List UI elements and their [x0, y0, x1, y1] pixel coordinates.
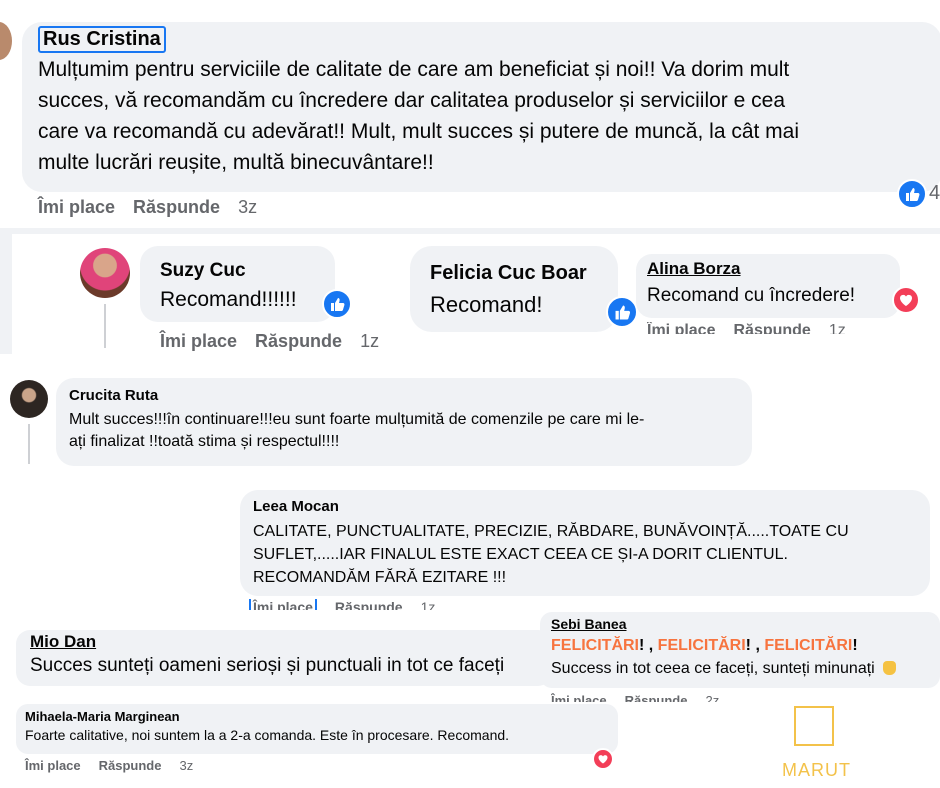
timestamp: 1z — [420, 599, 436, 610]
comment-bubble — [410, 246, 618, 332]
comment-author[interactable]: Mio Dan — [30, 632, 96, 652]
reply-link[interactable]: Răspunde — [99, 758, 162, 773]
like-link[interactable]: Îmi place — [249, 599, 317, 610]
comment-actions: Îmi place Răspunde 2z — [551, 693, 737, 702]
comment-actions: Îmi place Răspunde 3z — [25, 758, 211, 773]
comment-text: FELICITĂRI! , FELICITĂRI! , FELICITĂRI! — [551, 637, 858, 654]
comment-actions: Îmi place Răspunde 3z — [38, 197, 275, 218]
comment-actions: Îmi place Răspunde 1z — [647, 322, 864, 334]
comment-actions: Îmi place Răspunde 1z — [249, 599, 453, 610]
hand-emoji-icon — [883, 661, 897, 675]
comment-text: Recomand! — [430, 292, 543, 317]
timestamp: 1z — [360, 331, 380, 351]
comment-text: CALITATE, PUNCTUALITATE, PRECIZIE, RĂBDA… — [253, 523, 849, 586]
like-link[interactable]: Îmi place — [551, 693, 607, 702]
comment-author[interactable]: Suzy Cuc — [160, 260, 246, 282]
comment-text: Succes sunteți oameni serioși și punctua… — [30, 655, 505, 676]
comment-author[interactable]: Sebi Banea — [551, 616, 626, 632]
like-link[interactable]: Îmi place — [38, 197, 115, 217]
like-link[interactable]: Îmi place — [160, 331, 237, 351]
thread-line — [28, 424, 30, 464]
timestamp: 3z — [179, 758, 194, 773]
heart-reaction-icon[interactable] — [592, 748, 614, 770]
reply-link[interactable]: Răspunde — [335, 599, 403, 610]
comment-author[interactable]: Mihaela-Maria Marginean — [25, 709, 180, 724]
like-link[interactable]: Îmi place — [647, 322, 715, 334]
comment-author[interactable]: Felicia Cuc Boar — [430, 262, 587, 285]
reply-link[interactable]: Răspunde — [133, 197, 220, 217]
thread-line — [104, 304, 106, 348]
comment-text: Success in tot ceea ce faceți, sunteți m… — [551, 660, 897, 678]
reply-link[interactable]: Răspunde — [625, 693, 688, 702]
comment-text: Mult succes!!!în continuare!!!eu sunt fo… — [69, 411, 645, 450]
avatar[interactable] — [10, 380, 48, 418]
comment-author[interactable]: Leea Mocan — [253, 498, 339, 515]
like-reaction-icon[interactable] — [606, 296, 638, 328]
reply-link[interactable]: Răspunde — [255, 331, 342, 351]
reaction-count: 4 — [929, 182, 940, 204]
heart-reaction-icon[interactable] — [892, 286, 920, 314]
like-link[interactable]: Îmi place — [25, 758, 81, 773]
timestamp: 1z — [828, 322, 846, 334]
comment-text: Recomand cu încredere! — [647, 285, 856, 306]
timestamp: 2z — [705, 693, 720, 702]
comment-text: Foarte calitative, noi suntem la a 2-a c… — [25, 727, 510, 743]
reply-link[interactable]: Răspunde — [733, 322, 810, 334]
watermark-text: MARUT — [782, 760, 851, 780]
comment-author[interactable]: Alina Borza — [647, 259, 741, 279]
like-reaction-icon[interactable] — [897, 179, 927, 209]
comment-author[interactable]: Crucita Ruta — [69, 387, 158, 404]
comment-actions: Îmi place Răspunde 1z — [160, 331, 397, 352]
comment-text: Recomand!!!!!! — [160, 288, 297, 311]
like-reaction-icon[interactable] — [322, 289, 352, 319]
comment-author[interactable]: Rus Cristina — [38, 26, 166, 53]
comment-text: Mulțumim pentru serviciile de calitate d… — [38, 58, 800, 174]
logo-frame-icon — [794, 706, 834, 746]
avatar[interactable] — [80, 248, 130, 298]
timestamp: 3z — [238, 197, 258, 217]
avatar[interactable] — [0, 22, 12, 60]
